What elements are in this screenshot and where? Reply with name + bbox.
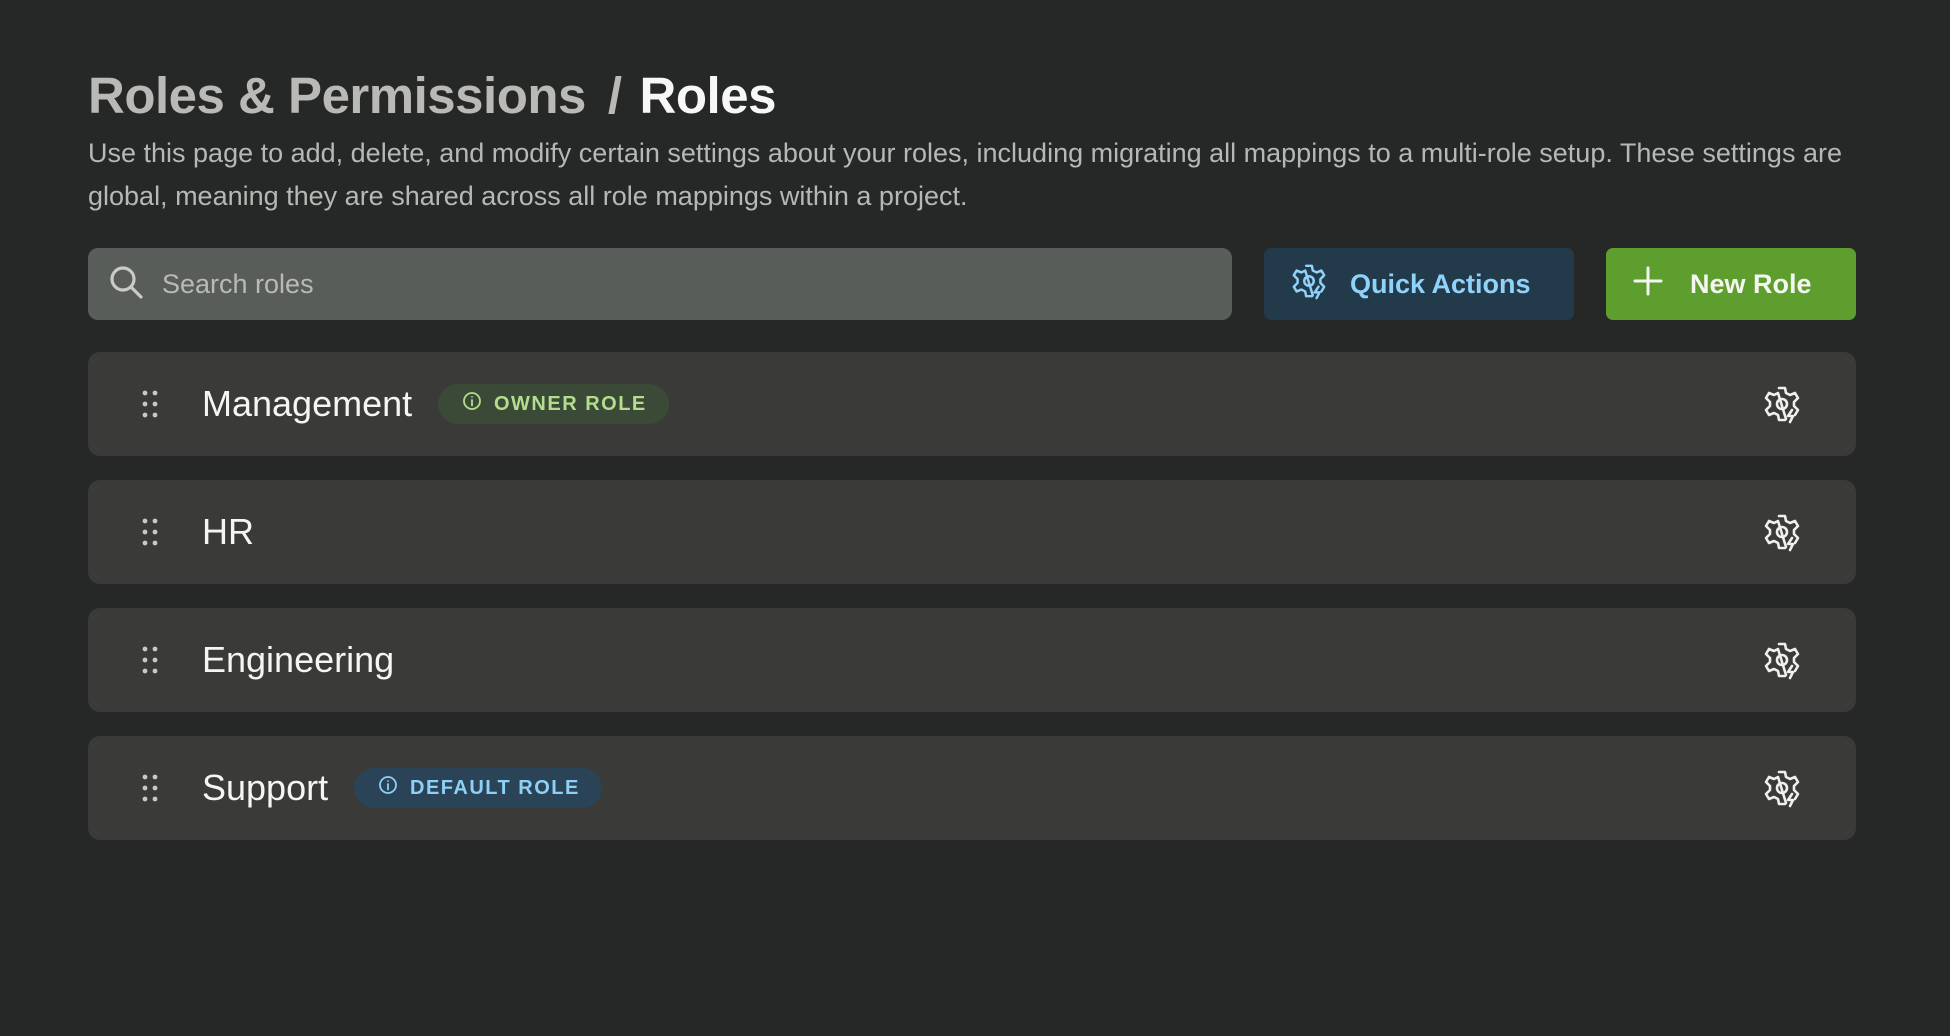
role-name: Management bbox=[202, 383, 413, 424]
search-bar[interactable] bbox=[88, 248, 1232, 320]
breadcrumb: Roles & Permissions / Roles bbox=[88, 66, 776, 125]
search-icon bbox=[106, 262, 146, 307]
breadcrumb-separator: / bbox=[607, 67, 622, 124]
role-row-support[interactable]: Support DEFAULT ROLE bbox=[88, 736, 1856, 840]
role-settings-button[interactable] bbox=[1762, 768, 1802, 808]
role-row-hr[interactable]: HR bbox=[88, 480, 1856, 584]
gear-bolt-icon bbox=[1762, 514, 1802, 556]
new-role-label: New Role bbox=[1690, 268, 1812, 299]
role-list: Management OWNER ROLE HR Engineering Sup… bbox=[88, 352, 1856, 864]
quick-actions-label: Quick Actions bbox=[1350, 268, 1531, 299]
default-role-badge: DEFAULT ROLE bbox=[354, 768, 602, 808]
drag-handle-icon[interactable] bbox=[142, 518, 158, 546]
quick-actions-button[interactable]: Quick Actions bbox=[1264, 248, 1574, 320]
new-role-button[interactable]: New Role bbox=[1606, 248, 1856, 320]
info-icon bbox=[378, 775, 410, 801]
role-settings-button[interactable] bbox=[1762, 640, 1802, 680]
search-input[interactable] bbox=[160, 267, 1204, 301]
drag-handle-icon[interactable] bbox=[142, 774, 158, 802]
role-row-engineering[interactable]: Engineering bbox=[88, 608, 1856, 712]
page-title: Roles bbox=[639, 67, 777, 124]
role-row-management[interactable]: Management OWNER ROLE bbox=[88, 352, 1856, 456]
role-name: HR bbox=[202, 511, 254, 552]
breadcrumb-parent-link[interactable]: Roles & Permissions bbox=[88, 66, 586, 125]
owner-role-badge: OWNER ROLE bbox=[438, 384, 669, 424]
gear-bolt-icon bbox=[1290, 262, 1350, 307]
page-description: Use this page to add, delete, and modify… bbox=[88, 138, 1842, 211]
toolbar: Quick Actions New Role bbox=[88, 248, 1856, 320]
role-settings-button[interactable] bbox=[1762, 384, 1802, 424]
drag-handle-icon[interactable] bbox=[142, 646, 158, 674]
gear-bolt-icon bbox=[1762, 642, 1802, 684]
badge-label: DEFAULT ROLE bbox=[410, 776, 580, 799]
gear-bolt-icon bbox=[1762, 386, 1802, 428]
plus-icon bbox=[1632, 265, 1690, 304]
role-name: Engineering bbox=[202, 639, 395, 680]
info-icon bbox=[462, 391, 494, 417]
gear-bolt-icon bbox=[1762, 770, 1802, 812]
role-name: Support bbox=[202, 767, 329, 808]
role-settings-button[interactable] bbox=[1762, 512, 1802, 552]
drag-handle-icon[interactable] bbox=[142, 390, 158, 418]
badge-label: OWNER ROLE bbox=[494, 392, 647, 415]
